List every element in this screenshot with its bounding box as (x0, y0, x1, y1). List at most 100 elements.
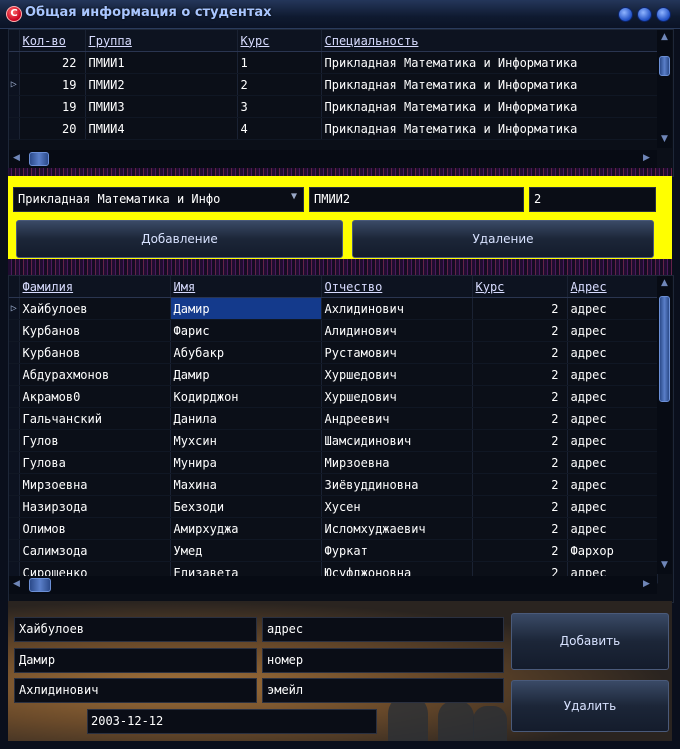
column-header-count[interactable]: Кол-во (19, 30, 86, 52)
cell-course[interactable]: 2 (472, 473, 568, 496)
cell-middle-name[interactable]: Мирзоевна (321, 451, 473, 474)
row-header[interactable] (9, 341, 20, 364)
scroll-down-icon[interactable]: ▼ (661, 560, 668, 570)
row-header[interactable] (9, 495, 20, 518)
row-header[interactable] (9, 363, 20, 386)
course-field[interactable]: 2 (529, 187, 656, 212)
cell-last-name[interactable]: Назирзода (19, 495, 171, 518)
cell-address[interactable]: адрес (567, 429, 658, 452)
cell-middle-name[interactable]: Хуршедович (321, 385, 473, 408)
cell-last-name[interactable]: Салимзода (19, 539, 171, 562)
scroll-right-icon[interactable]: ▶ (643, 579, 650, 589)
cell-course[interactable]: 2 (472, 363, 568, 386)
row-header[interactable] (9, 429, 20, 452)
last-name-field[interactable]: Хайбулоев (14, 617, 257, 642)
cell-first-name[interactable]: Абубакр (170, 341, 322, 364)
cell-first-name[interactable]: Данила (170, 407, 322, 430)
cell-last-name[interactable]: Абдурахмонов (19, 363, 171, 386)
scroll-left-icon[interactable]: ◀ (13, 153, 20, 163)
scroll-thumb[interactable] (659, 296, 670, 402)
cell-count[interactable]: 19 (19, 73, 86, 96)
cell-course[interactable]: 2 (472, 385, 568, 408)
cell-middle-name[interactable]: Хусен (321, 495, 473, 518)
cell-address[interactable]: адрес (567, 407, 658, 430)
column-header-last-name[interactable]: Фамилия (19, 276, 171, 298)
cell-first-name[interactable]: Умед (170, 539, 322, 562)
cell-address[interactable]: адрес (567, 517, 658, 540)
scroll-up-icon[interactable]: ▲ (661, 278, 668, 288)
cell-middle-name[interactable]: Фуркат (321, 539, 473, 562)
scroll-thumb[interactable] (29, 578, 51, 592)
cell-speciality[interactable]: Прикладная Математика и Информатика (321, 73, 658, 96)
students-grid[interactable]: Фамилия Имя Отчество Курс Адрес ▷ Хайбуло… (8, 275, 674, 603)
cell-group[interactable]: ПМИИ3 (85, 95, 238, 118)
cell-speciality[interactable]: Прикладная Математика и Информатика (321, 117, 658, 140)
cell-middle-name[interactable]: Рустамович (321, 341, 473, 364)
cell-group[interactable]: ПМИИ1 (85, 51, 238, 74)
cell-middle-name[interactable]: Ахлидинович (321, 297, 473, 320)
groups-vertical-scrollbar[interactable]: ▲ ▼ (657, 30, 672, 148)
cell-course[interactable]: 4 (237, 117, 322, 140)
cell-group[interactable]: ПМИИ2 (85, 73, 238, 96)
scroll-down-icon[interactable]: ▼ (661, 134, 668, 144)
column-header-course[interactable]: Курс (237, 30, 322, 52)
middle-name-field[interactable]: Ахлидинович (14, 678, 257, 703)
table-row[interactable]: Акрамов0 Кодирджон Хуршедович 2 адрес (9, 385, 658, 408)
column-header-speciality[interactable]: Специальность (321, 30, 658, 52)
cell-count[interactable]: 19 (19, 95, 86, 118)
cell-middle-name[interactable]: Шамсидинович (321, 429, 473, 452)
cell-first-name[interactable]: Фарис (170, 319, 322, 342)
row-header[interactable] (9, 95, 20, 118)
cell-middle-name[interactable]: Алидинович (321, 319, 473, 342)
cell-first-name[interactable]: Дамир (170, 363, 322, 386)
scroll-thumb[interactable] (659, 56, 670, 76)
column-header-group[interactable]: Группа (85, 30, 238, 52)
row-header[interactable] (9, 51, 20, 74)
table-row[interactable]: Курбанов Абубакр Рустамович 2 адрес (9, 341, 658, 364)
table-row[interactable]: 20 ПМИИ4 4 Прикладная Математика и Инфор… (9, 117, 658, 140)
cell-first-name[interactable]: Мухсин (170, 429, 322, 452)
current-row-indicator-icon[interactable]: ▷ (9, 73, 20, 96)
cell-first-name[interactable]: Бехзоди (170, 495, 322, 518)
cell-course[interactable]: 2 (472, 539, 568, 562)
group-field[interactable]: ПМИИ2 (309, 187, 524, 212)
cell-address[interactable]: адрес (567, 451, 658, 474)
cell-course[interactable]: 2 (237, 73, 322, 96)
current-row-indicator-icon[interactable]: ▷ (9, 297, 20, 320)
add-group-button[interactable]: Добавление (16, 220, 343, 258)
table-row[interactable]: Мирзоевна Махина Зиёвуддиновна 2 адрес (9, 473, 658, 496)
row-header[interactable] (9, 517, 20, 540)
cell-address[interactable]: адрес (567, 319, 658, 342)
cell-last-name[interactable]: Олимов (19, 517, 171, 540)
cell-course[interactable]: 3 (237, 95, 322, 118)
delete-student-button[interactable]: Удалить (511, 680, 669, 732)
groups-grid[interactable]: Кол-во Группа Курс Специальность 22 ПМИИ… (8, 29, 674, 177)
cell-first-name[interactable]: Мунира (170, 451, 322, 474)
cell-last-name[interactable]: Курбанов (19, 341, 171, 364)
cell-address[interactable]: адрес (567, 385, 658, 408)
table-row[interactable]: Олимов Амирхуджа Исломхуджаевич 2 адрес (9, 517, 658, 540)
table-row[interactable]: Салимзода Умед Фуркат 2 Фархор (9, 539, 658, 562)
table-row[interactable]: ▷ Хайбулоев Дамир Ахлидинович 2 адрес (9, 297, 658, 320)
cell-address[interactable]: адрес (567, 363, 658, 386)
students-vertical-scrollbar[interactable]: ▲ ▼ (657, 276, 672, 574)
speciality-combobox[interactable]: Прикладная Математика и Инфо ▼ (13, 187, 304, 212)
row-header[interactable] (9, 473, 20, 496)
cell-first-name[interactable]: Амирхуджа (170, 517, 322, 540)
address-field[interactable]: адрес (262, 617, 504, 642)
row-header[interactable] (9, 117, 20, 140)
row-header[interactable] (9, 539, 20, 562)
table-row[interactable]: Гальчанский Данила Андреевич 2 адрес (9, 407, 658, 430)
column-header-first-name[interactable]: Имя (170, 276, 322, 298)
cell-last-name[interactable]: Гулова (19, 451, 171, 474)
scroll-up-icon[interactable]: ▲ (661, 32, 668, 42)
cell-last-name[interactable]: Гальчанский (19, 407, 171, 430)
column-header-course[interactable]: Курс (472, 276, 568, 298)
row-header[interactable] (9, 451, 20, 474)
cell-last-name[interactable]: Акрамов0 (19, 385, 171, 408)
table-row[interactable]: 22 ПМИИ1 1 Прикладная Математика и Инфор… (9, 51, 658, 74)
cell-last-name[interactable]: Курбанов (19, 319, 171, 342)
cell-first-name[interactable]: Дамир (170, 297, 322, 320)
birth-date-field[interactable]: 2003-12-12 (87, 709, 377, 734)
column-header-address[interactable]: Адрес (567, 276, 658, 298)
